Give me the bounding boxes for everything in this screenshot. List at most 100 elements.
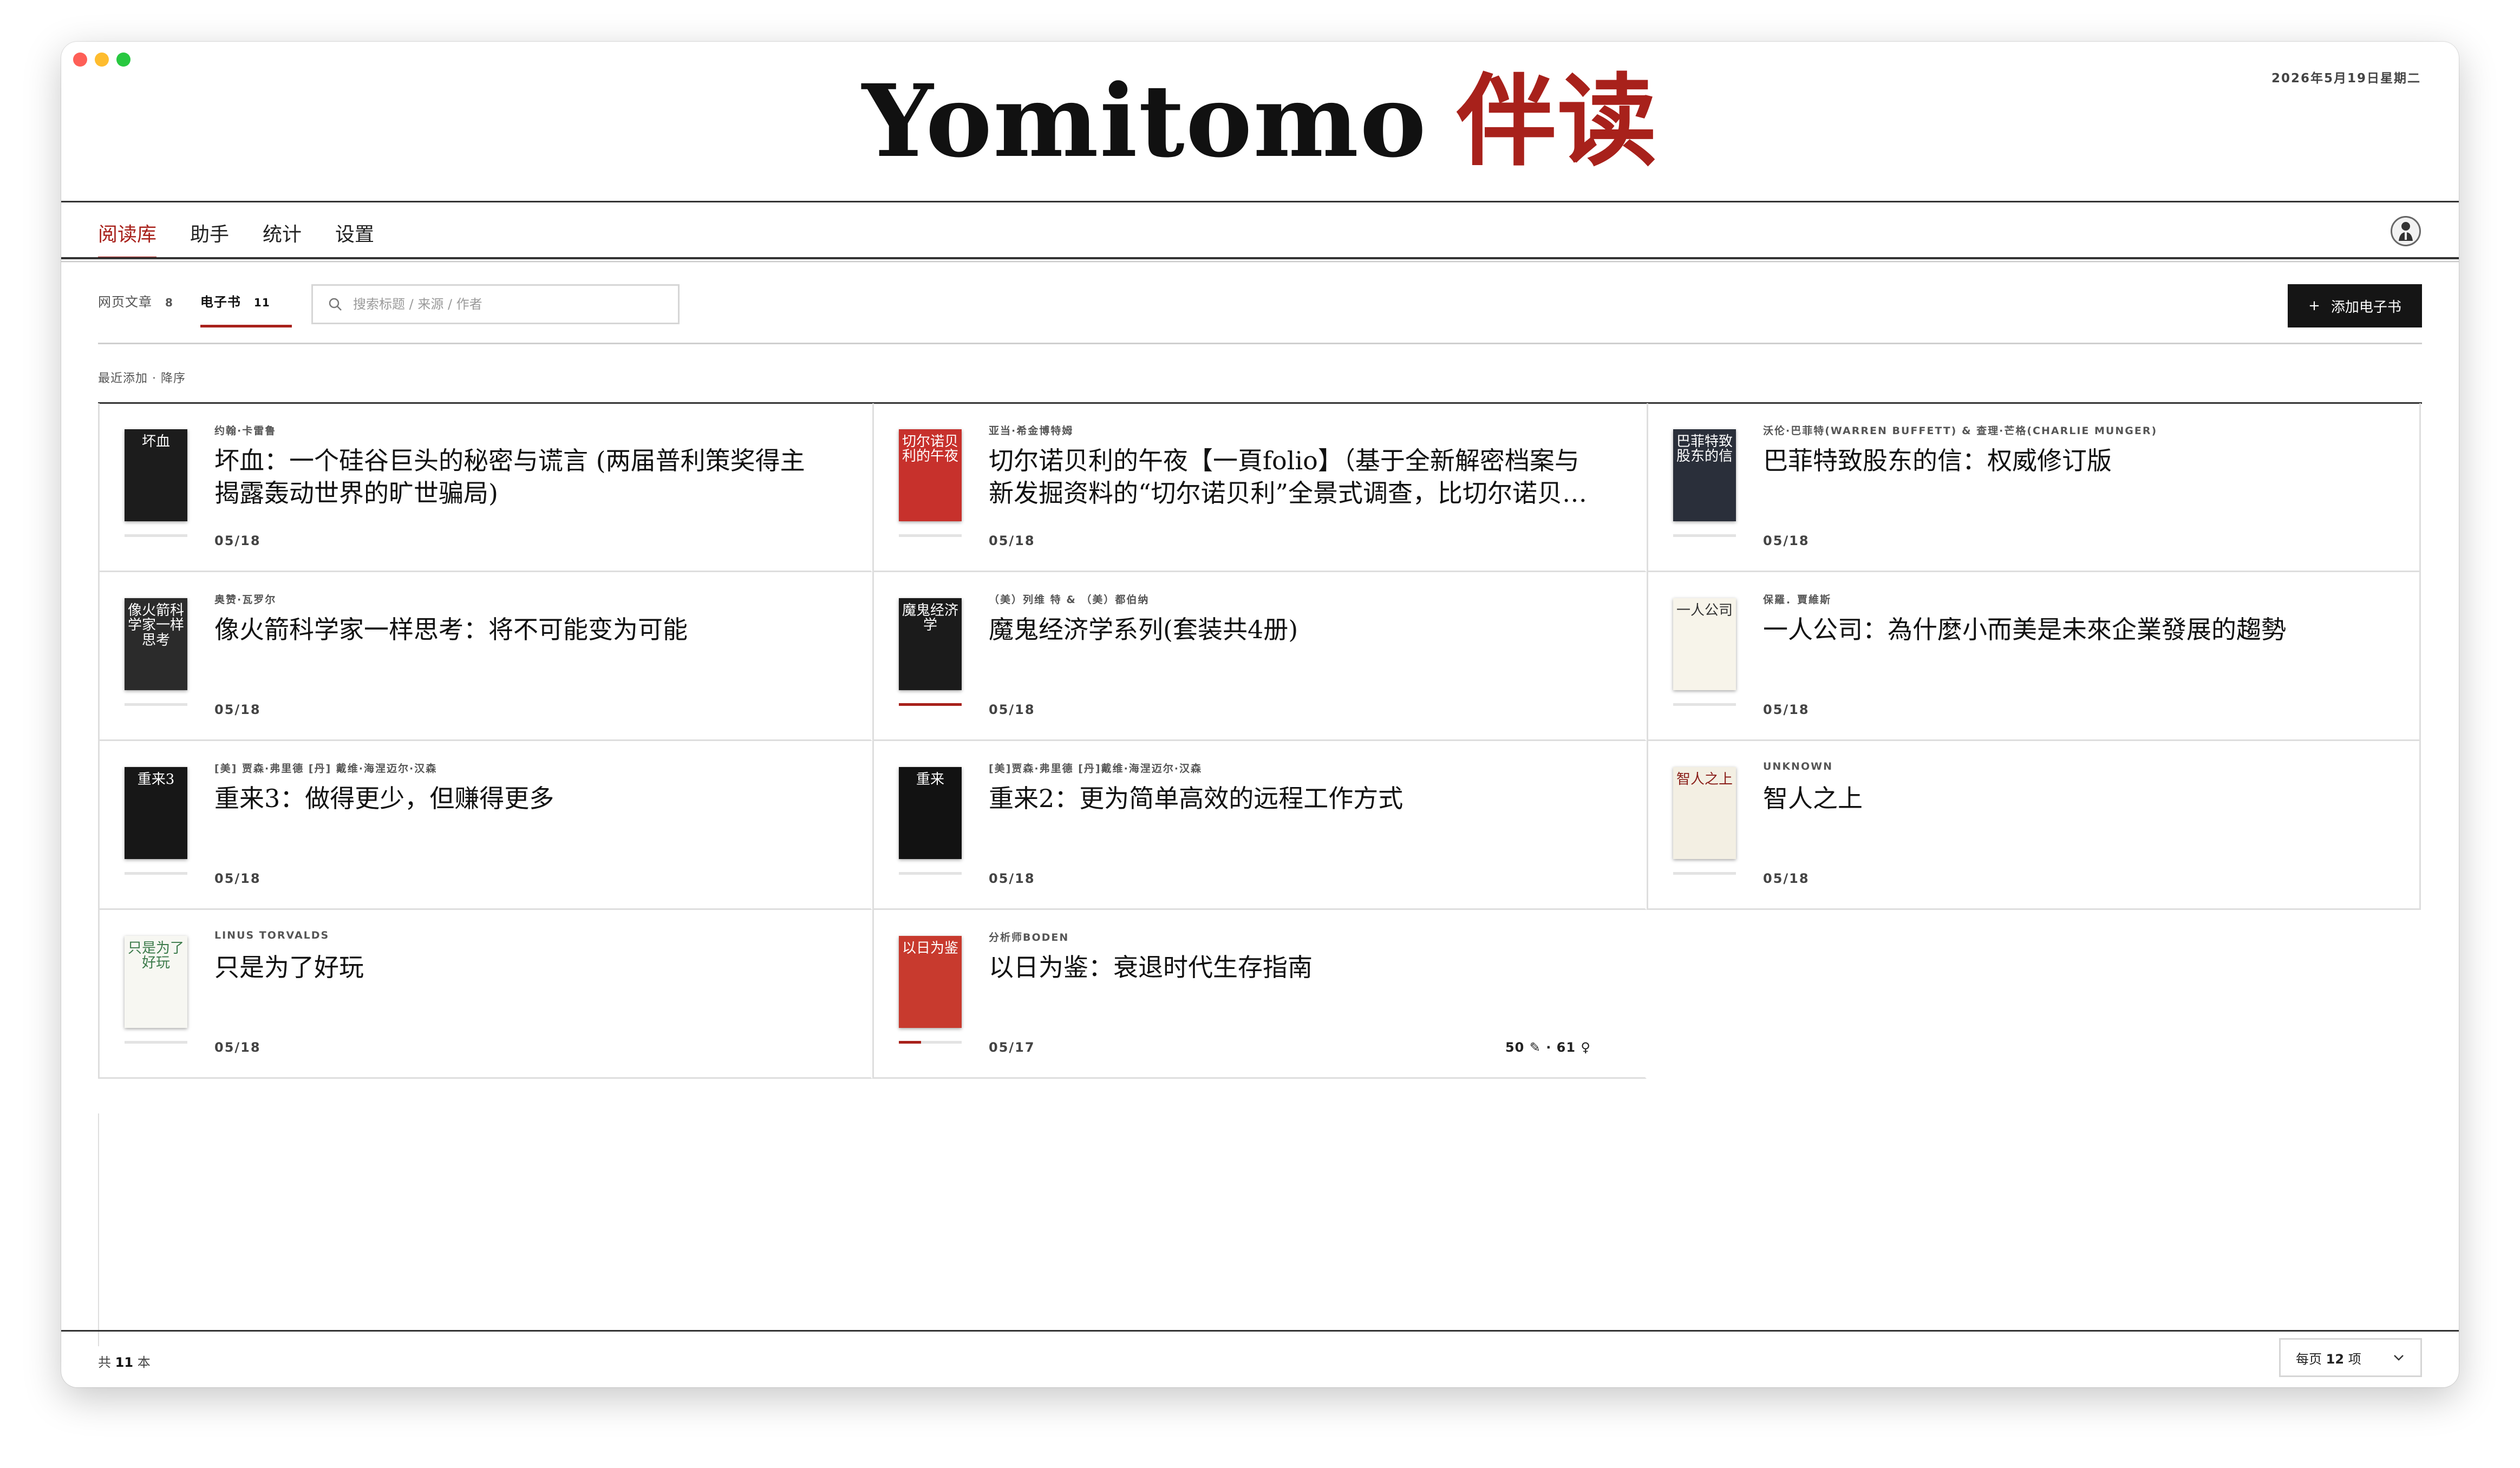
tab-assistant[interactable]: 助手: [173, 216, 246, 257]
book-card[interactable]: 重来3 [美] 贾森·弗里德 [丹] 戴维·海涅迈尔·汉森重来3：做得更少，但赚得…: [98, 741, 872, 910]
book-cover[interactable]: 一人公司: [1673, 598, 1736, 690]
reading-progress-fill: [899, 703, 962, 706]
book-stats: 50 ✎ · 61 ♀: [1505, 1040, 1591, 1055]
user-avatar[interactable]: [2391, 216, 2421, 246]
plus-icon: +: [2308, 298, 2320, 314]
divider: [61, 201, 2459, 202]
divider: [61, 257, 2459, 259]
current-date: 2026年5月19日星期二: [2271, 71, 2421, 86]
book-title[interactable]: 像火箭科学家一样思考：将不可能变为可能: [214, 613, 819, 646]
book-author: [美] 贾森·弗里德 [丹] 戴维·海涅迈尔·汉森: [214, 763, 438, 775]
book-author: 保羅．賈維斯: [1763, 594, 1832, 606]
subtab-label: 电子书: [200, 294, 241, 310]
tab-library[interactable]: 阅读库: [98, 216, 173, 259]
library-subtabs: 网页文章 8 电子书 11: [98, 284, 292, 327]
book-cover-text: 魔鬼经济学: [902, 602, 959, 634]
book-date: 05/18: [1763, 702, 1810, 717]
book-card[interactable]: 像火箭科学家一样思考 奥赞·瓦罗尔像火箭科学家一样思考：将不可能变为可能 05/18: [98, 572, 872, 741]
subtab-count: 8: [165, 296, 173, 309]
book-author: 分析师BODEN: [989, 932, 1069, 943]
book-card[interactable]: 坏血 约翰·卡雷鲁 坏血：一个硅谷巨头的秘密与谎言 (两届普利策奖得主揭露轰动世界的…: [98, 403, 872, 572]
reading-progress-bar: [1673, 534, 1736, 537]
book-date: 05/18: [214, 1040, 261, 1055]
book-card[interactable]: 巴菲特致股东的信 沃伦·巴菲特(WARREN BUFFETT) & 查理·芒格(C…: [1647, 403, 2421, 572]
sort-control[interactable]: 最近添加 · 降序: [98, 369, 186, 386]
book-cover[interactable]: 坏血: [125, 429, 187, 521]
page-size-select[interactable]: 每页 12 项: [2279, 1338, 2422, 1377]
library-toolbar: 网页文章 8 电子书 11 + 添加电子书: [98, 284, 2422, 344]
book-cover[interactable]: 只是为了好玩: [125, 936, 187, 1028]
book-title[interactable]: 智人之上: [1763, 782, 2367, 815]
add-ebook-label: 添加电子书: [2330, 299, 2401, 316]
reading-progress-bar: [125, 872, 187, 875]
book-date: 05/18: [214, 702, 261, 717]
book-cover-text: 只是为了好玩: [128, 940, 185, 972]
book-cover-text: 坏血: [141, 434, 170, 450]
book-cover[interactable]: 切尔诺贝利的午夜: [899, 429, 962, 521]
book-title[interactable]: 只是为了好玩: [214, 951, 819, 984]
book-cover-text: 像火箭科学家一样思考: [128, 602, 185, 648]
book-cover-text: 重来3: [137, 771, 175, 788]
book-cover[interactable]: 以日为鉴: [899, 936, 962, 1028]
subtab-web-articles[interactable]: 网页文章 8: [98, 284, 173, 327]
reading-progress-bar: [899, 534, 962, 537]
reading-progress-bar: [899, 1041, 962, 1044]
book-card[interactable]: 重来 [美]贾森·弗里德 [丹]戴维·海涅迈尔·汉森重来2：更为简单高效的远程工作…: [872, 741, 1647, 910]
main-nav: 阅读库 助手 统计 设置: [98, 216, 391, 259]
book-title[interactable]: 魔鬼经济学系列(套装共4册): [989, 613, 1593, 646]
divider: [98, 1113, 99, 1346]
book-title[interactable]: 重来3：做得更少，但赚得更多: [214, 782, 819, 815]
book-cover[interactable]: 重来3: [125, 767, 187, 859]
search-icon: [329, 298, 342, 311]
book-card[interactable]: 一人公司 保羅．賈維斯一人公司：為什麼小而美是未來企業發展的趨勢 05/18: [1647, 572, 2421, 741]
reading-progress-bar: [1673, 703, 1736, 706]
book-date: 05/18: [989, 871, 1035, 886]
app-title-zh: 伴读: [1456, 63, 1658, 180]
tab-stats[interactable]: 统计: [246, 216, 318, 257]
book-title[interactable]: 坏血：一个硅谷巨头的秘密与谎言 (两届普利策奖得主揭露轰动世界的旷世骗局): [214, 444, 819, 509]
book-card[interactable]: 只是为了好玩 LINUS TORVALDS 只是为了好玩 05/18: [98, 910, 872, 1079]
book-title[interactable]: 切尔诺贝利的午夜【一頁folio】（基于全新解密档案与新发掘资料的“切尔诺贝利”…: [989, 444, 1593, 509]
reading-progress-bar: [899, 703, 962, 706]
book-author: 亚当·希金博特姆: [989, 425, 1074, 437]
count-suffix: 本: [137, 1355, 151, 1370]
book-date: 05/18: [1763, 533, 1810, 548]
add-ebook-button[interactable]: + 添加电子书: [2288, 284, 2422, 327]
divider: [61, 1330, 2459, 1332]
chevron-down-icon: [2394, 1355, 2404, 1361]
book-cover[interactable]: 巴菲特致股东的信: [1673, 429, 1736, 521]
book-author: UNKNOWN: [1763, 761, 1833, 772]
book-card[interactable]: 魔鬼经济学 （美）列维 特 & （美）都伯纳 魔鬼经济学系列(套装共4册) 05/18: [872, 572, 1647, 741]
tab-settings[interactable]: 设置: [318, 216, 391, 257]
book-author: （美）列维 特 & （美）都伯纳: [989, 594, 1150, 606]
book-cover[interactable]: 重来: [899, 767, 962, 859]
book-card[interactable]: 切尔诺贝利的午夜 亚当·希金博特姆切尔诺贝利的午夜【一頁folio】（基于全新解密…: [872, 403, 1647, 572]
book-date: 05/18: [989, 533, 1035, 548]
book-title[interactable]: 以日为鉴：衰退时代生存指南: [989, 951, 1593, 984]
search-input[interactable]: [352, 296, 657, 312]
book-title[interactable]: 重来2：更为简单高效的远程工作方式: [989, 782, 1593, 815]
app-logo: Yomitomo 伴读: [862, 71, 1658, 171]
subtab-count: 11: [253, 296, 270, 309]
book-card[interactable]: 以日为鉴 分析师BODEN 以日为鉴：衰退时代生存指南 05/17 50 ✎ · 61 …: [872, 910, 1647, 1079]
book-date: 05/18: [214, 871, 261, 886]
book-cover[interactable]: 魔鬼经济学: [899, 598, 962, 690]
book-cover-text: 切尔诺贝利的午夜: [902, 434, 959, 465]
book-title[interactable]: 巴菲特致股东的信：权威修订版: [1763, 444, 2367, 477]
masthead: Yomitomo 伴读: [61, 42, 2459, 199]
book-date: 05/17: [989, 1040, 1035, 1055]
avatar-icon: [2399, 222, 2413, 241]
book-author: [美]贾森·弗里德 [丹]戴维·海涅迈尔·汉森: [989, 763, 1203, 775]
book-author: 奥赞·瓦罗尔: [214, 594, 277, 606]
book-cover[interactable]: 像火箭科学家一样思考: [125, 598, 187, 690]
reading-progress-bar: [125, 534, 187, 537]
book-cover[interactable]: 智人之上: [1673, 767, 1736, 859]
count-value: 11: [115, 1355, 134, 1370]
book-date: 05/18: [214, 533, 261, 548]
book-count: 共 11 本: [98, 1352, 151, 1371]
book-title[interactable]: 一人公司：為什麼小而美是未來企業發展的趨勢: [1763, 613, 2367, 646]
subtab-ebooks[interactable]: 电子书 11: [200, 284, 292, 327]
book-card[interactable]: 智人之上 UNKNOWN 智人之上 05/18: [1647, 741, 2421, 910]
book-cover-text: 以日为鉴: [902, 940, 959, 956]
book-cover-text: 巴菲特致股东的信: [1676, 434, 1733, 465]
